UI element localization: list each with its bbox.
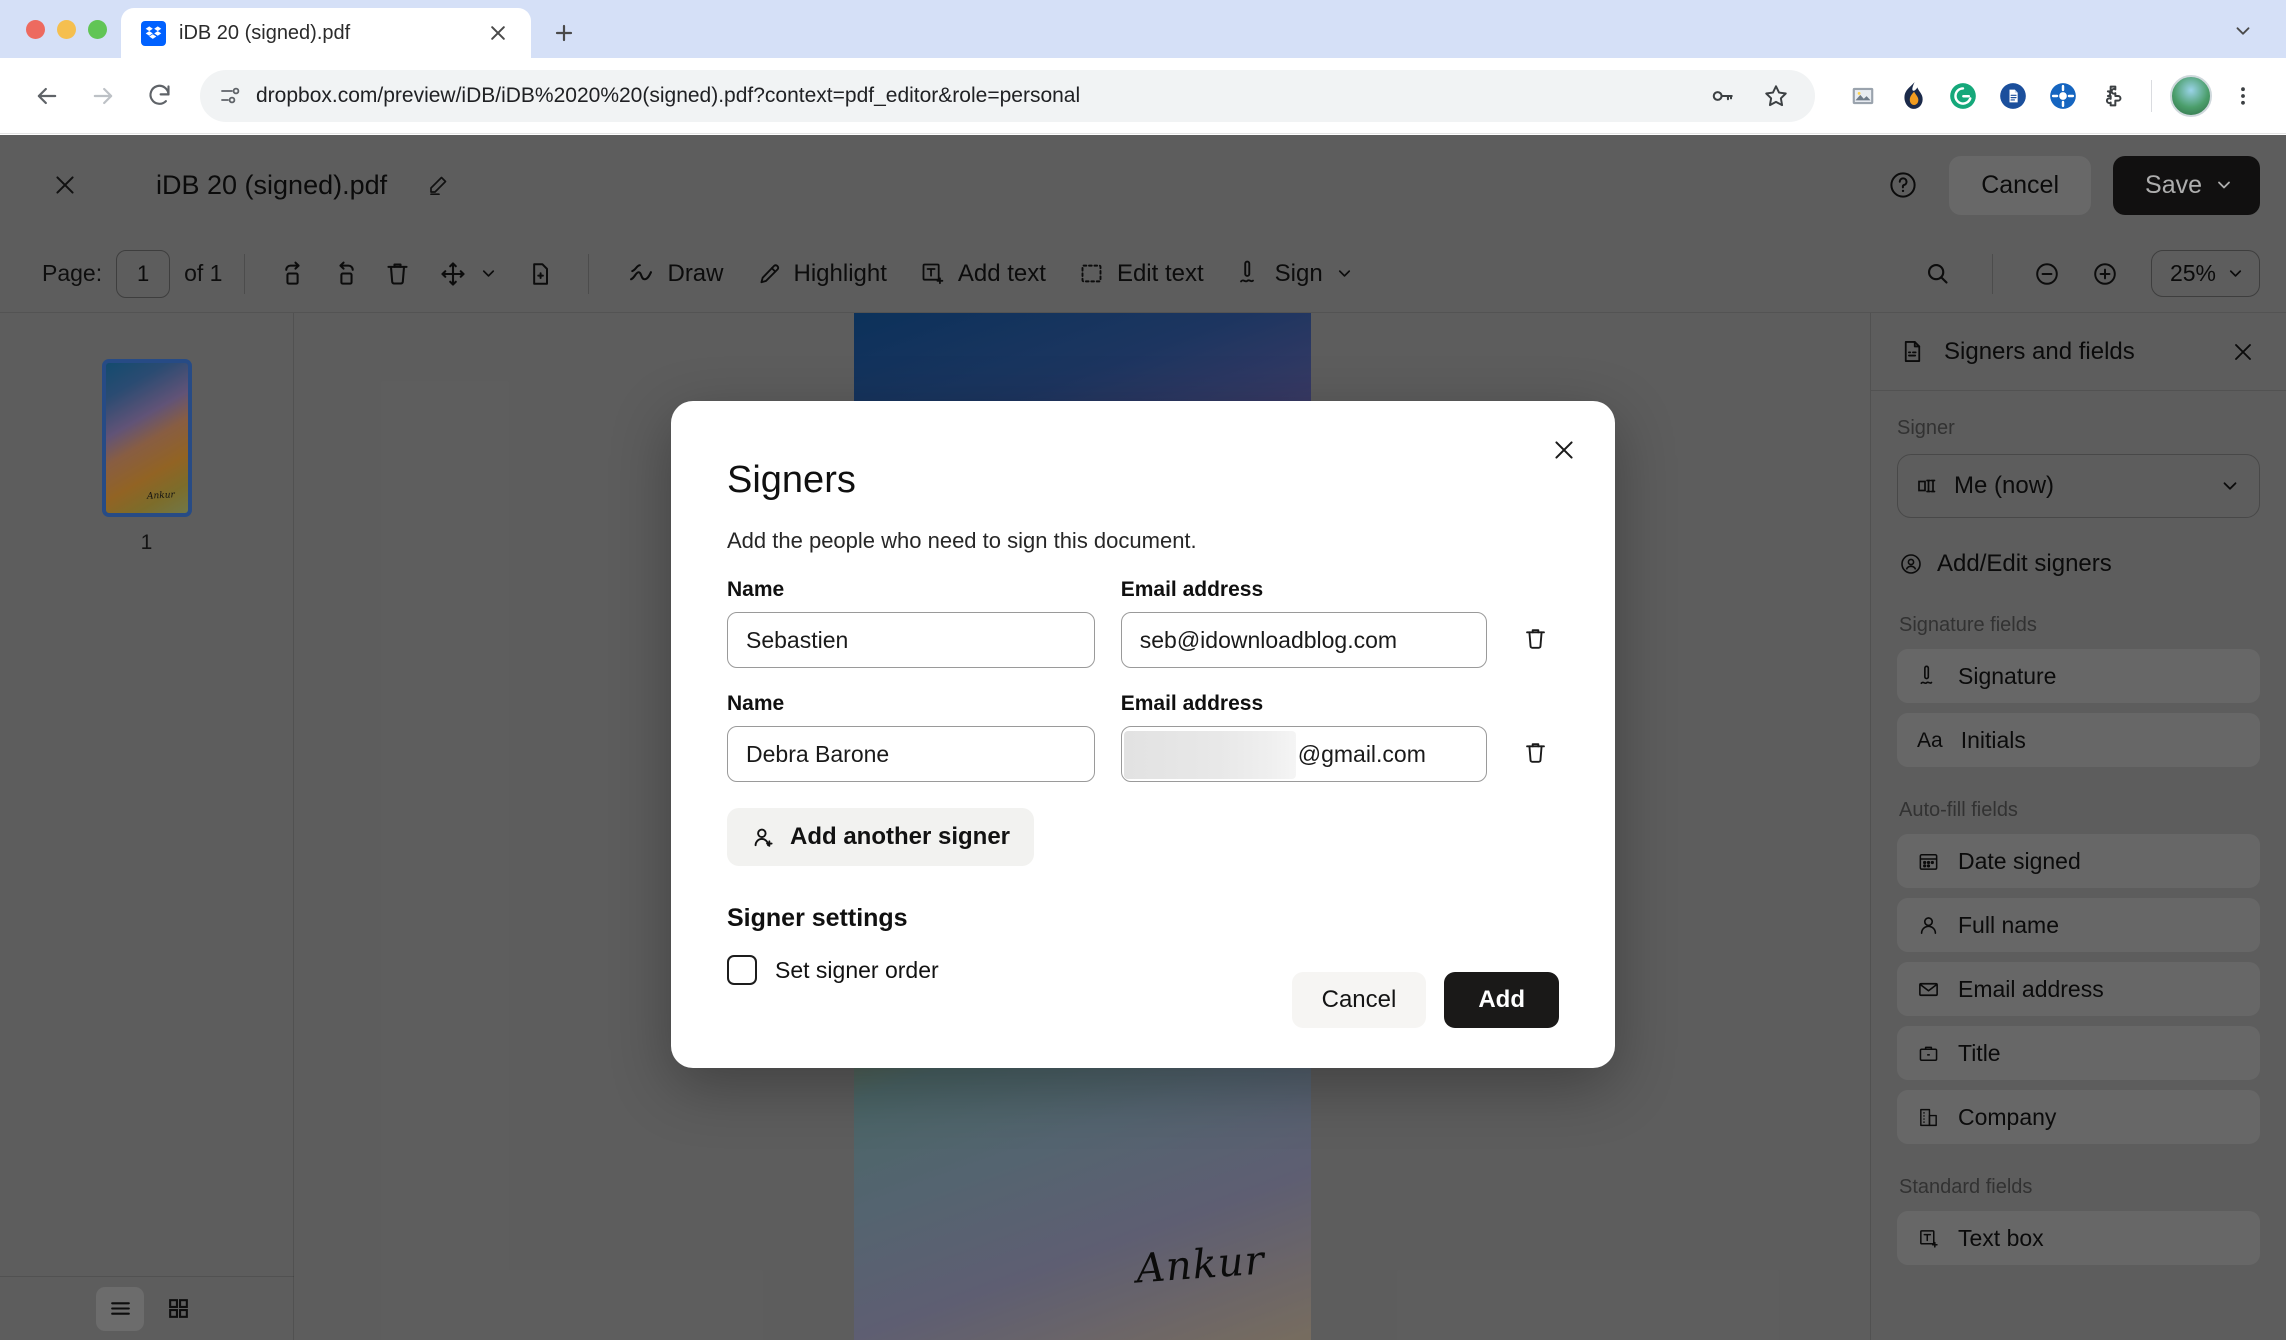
back-button[interactable] xyxy=(22,71,72,121)
signer-settings-title: Signer settings xyxy=(727,904,908,932)
signer-name-input[interactable]: Debra Barone xyxy=(727,726,1095,782)
add-user-icon xyxy=(751,825,776,850)
puzzle-extensions-icon[interactable] xyxy=(2093,76,2133,116)
minimize-window-button[interactable] xyxy=(57,19,76,39)
omnibox-bar: dropbox.com/preview/iDB/iDB%2020%20(sign… xyxy=(0,58,2286,134)
kebab-menu-icon[interactable] xyxy=(2222,75,2264,117)
set-signer-order-checkbox[interactable] xyxy=(727,955,757,985)
modal-subtitle: Add the people who need to sign this doc… xyxy=(727,528,1197,553)
address-bar[interactable]: dropbox.com/preview/iDB/iDB%2020%20(sign… xyxy=(200,69,1815,122)
signer-name-field-group: Name Debra Barone xyxy=(727,692,1095,782)
redaction-overlay xyxy=(1123,731,1296,779)
name-label: Name xyxy=(727,692,785,715)
modal-cancel-button[interactable]: Cancel xyxy=(1291,972,1427,1028)
add-another-signer-button[interactable]: Add another signer xyxy=(727,808,1035,866)
target-icon[interactable] xyxy=(2043,76,2083,116)
signer-row: Name Debra Barone Email address @gmail.c… xyxy=(727,692,1559,782)
set-signer-order-label: Set signer order xyxy=(775,956,939,983)
email-label: Email address xyxy=(1120,578,1264,601)
add-another-signer-label: Add another signer xyxy=(790,823,1011,850)
screenshot-icon[interactable] xyxy=(1843,76,1883,116)
browser-tab[interactable]: iDB 20 (signed).pdf xyxy=(121,8,531,58)
url-text: dropbox.com/preview/iDB/iDB%2020%20(sign… xyxy=(256,83,1081,107)
close-icon[interactable] xyxy=(1541,427,1587,473)
site-settings-icon[interactable] xyxy=(218,84,242,108)
extension-icons xyxy=(1831,74,2264,117)
maximize-window-button[interactable] xyxy=(88,19,107,39)
toolbar-divider xyxy=(2151,79,2152,112)
name-label: Name xyxy=(727,578,785,601)
browser-window: iDB 20 (signed).pdf dropbox.com/preview/… xyxy=(0,0,2286,1340)
grammarly-icon[interactable] xyxy=(1943,76,1983,116)
bookmark-star-icon[interactable] xyxy=(1753,73,1799,119)
modal-add-button[interactable]: Add xyxy=(1444,972,1559,1028)
close-icon[interactable] xyxy=(479,14,517,52)
signer-email-input[interactable]: @gmail.com xyxy=(1120,726,1487,782)
signer-email-field-group: Email address @gmail.com xyxy=(1120,692,1487,782)
signer-email-input[interactable]: seb@idownloadblog.com xyxy=(1120,612,1487,668)
window-traffic-lights xyxy=(18,0,121,58)
signer-row: Name Sebastien Email address seb@idownlo… xyxy=(727,578,1559,668)
password-key-icon[interactable] xyxy=(1699,73,1745,119)
signer-name-field-group: Name Sebastien xyxy=(727,578,1095,668)
tab-title: iDB 20 (signed).pdf xyxy=(179,21,351,44)
avatar[interactable] xyxy=(2170,74,2212,117)
trash-icon[interactable] xyxy=(1513,728,1559,776)
tab-strip: iDB 20 (signed).pdf xyxy=(0,0,2286,58)
signer-email-value: @gmail.com xyxy=(1297,740,1426,767)
signer-email-field-group: Email address seb@idownloadblog.com xyxy=(1120,578,1487,668)
dropbox-icon xyxy=(141,20,166,46)
forward-button[interactable] xyxy=(78,71,128,121)
chevron-down-icon[interactable] xyxy=(2226,14,2260,48)
reload-button[interactable] xyxy=(134,71,184,121)
modal-actions: Cancel Add xyxy=(1291,972,1559,1028)
document-icon[interactable] xyxy=(1993,76,2033,116)
email-label: Email address xyxy=(1120,692,1264,715)
trash-icon[interactable] xyxy=(1513,614,1559,662)
new-tab-button[interactable] xyxy=(545,14,583,52)
flame-icon[interactable] xyxy=(1893,76,1933,116)
close-window-button[interactable] xyxy=(26,19,45,39)
signer-name-input[interactable]: Sebastien xyxy=(727,612,1095,668)
modal-title: Signers xyxy=(727,459,856,501)
signers-modal: Signers Add the people who need to sign … xyxy=(671,401,1615,1068)
